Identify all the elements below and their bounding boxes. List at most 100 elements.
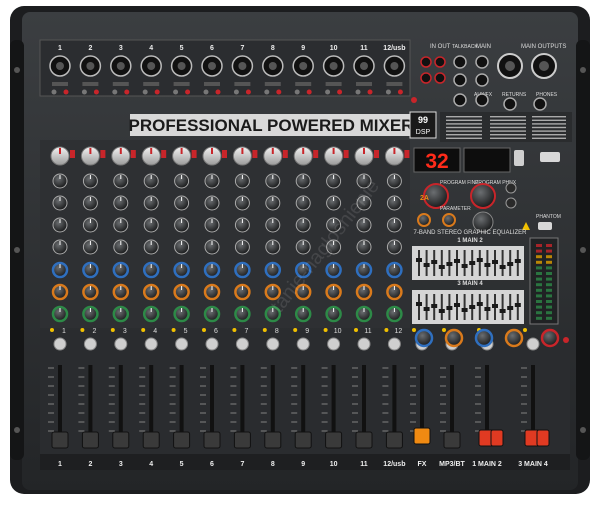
trs-jack-6[interactable] bbox=[475, 93, 489, 107]
level-meter bbox=[529, 237, 559, 325]
fader-4-cap[interactable] bbox=[142, 431, 160, 449]
fader-12-mute-button[interactable] bbox=[387, 337, 401, 351]
eq-top-slider-11[interactable] bbox=[499, 265, 506, 269]
fx-button-1[interactable] bbox=[505, 182, 517, 194]
trs-jack-2[interactable] bbox=[453, 73, 467, 87]
fader-12-cap[interactable] bbox=[385, 431, 403, 449]
eq-bottom-slider-0[interactable] bbox=[416, 302, 422, 306]
pad-switch-5[interactable] bbox=[173, 89, 179, 95]
fader-9-cap[interactable] bbox=[294, 431, 312, 449]
fader-16-cap-right[interactable] bbox=[536, 429, 550, 447]
pad-switch-4[interactable] bbox=[142, 89, 148, 95]
master-knob-5[interactable] bbox=[540, 328, 560, 348]
eq-bottom-slider-12[interactable] bbox=[507, 306, 514, 310]
pad-switch-12[interactable] bbox=[385, 89, 391, 95]
fader-4-mute-button[interactable] bbox=[144, 337, 158, 351]
trs-jack-3[interactable] bbox=[475, 55, 489, 69]
eq-top-slider-13[interactable] bbox=[514, 259, 521, 263]
phantom-switch[interactable] bbox=[538, 222, 552, 230]
fader-2-cap[interactable] bbox=[81, 431, 99, 449]
eq-bottom-slider-5[interactable] bbox=[454, 303, 460, 307]
eq-bottom-slider-11[interactable] bbox=[499, 309, 506, 313]
fader-9-mute-button[interactable] bbox=[296, 337, 310, 351]
meter-led-left-2 bbox=[536, 255, 542, 259]
volume-knob[interactable] bbox=[472, 211, 494, 233]
eq-top-slider-6[interactable] bbox=[461, 264, 468, 268]
eq-top-slider-12[interactable] bbox=[507, 262, 514, 266]
eq-top-slider-10[interactable] bbox=[492, 260, 498, 264]
rca-jack-1[interactable] bbox=[420, 56, 432, 68]
fader-8-cap[interactable] bbox=[264, 431, 282, 449]
fader-5-cap[interactable] bbox=[173, 431, 191, 449]
eq-top-slider-5[interactable] bbox=[454, 259, 460, 263]
trs-jack-4[interactable] bbox=[475, 73, 489, 87]
fx-param-knob-left[interactable] bbox=[417, 213, 431, 227]
fader-1-mute-button[interactable] bbox=[53, 337, 67, 351]
fader-2-mute-button[interactable] bbox=[83, 337, 97, 351]
pad-switch-3[interactable] bbox=[112, 89, 118, 95]
fader-5-mute-button[interactable] bbox=[175, 337, 189, 351]
fader-11-cap[interactable] bbox=[355, 431, 373, 449]
eq-bottom-slider-13[interactable] bbox=[514, 303, 521, 307]
rca-jack-4[interactable] bbox=[434, 72, 446, 84]
fx-param-knob-right[interactable] bbox=[442, 213, 456, 227]
pad-switch-7[interactable] bbox=[233, 89, 239, 95]
pad-switch-8[interactable] bbox=[264, 89, 270, 95]
fader-3-cap[interactable] bbox=[112, 431, 130, 449]
return-jack-2[interactable] bbox=[533, 97, 547, 111]
fader-7-mute-button[interactable] bbox=[235, 337, 249, 351]
fx-button-2[interactable] bbox=[505, 197, 517, 209]
fader-11-mute-button[interactable] bbox=[357, 337, 371, 351]
eq-top-slider-7[interactable] bbox=[469, 261, 476, 265]
eq-bottom-slider-8[interactable] bbox=[476, 302, 483, 306]
fader-6-cap[interactable] bbox=[203, 431, 221, 449]
trs-jack-1[interactable] bbox=[453, 55, 467, 69]
standby-button[interactable] bbox=[540, 152, 560, 162]
eq-bottom-slider-2[interactable] bbox=[431, 304, 438, 308]
eq-top-slider-9[interactable] bbox=[484, 263, 491, 267]
rca-jack-2[interactable] bbox=[420, 72, 432, 84]
master-knob-1[interactable] bbox=[414, 328, 434, 348]
pad-switch-6[interactable] bbox=[203, 89, 209, 95]
fader-14-cap[interactable] bbox=[443, 431, 461, 449]
eq-top-slider-0[interactable] bbox=[416, 258, 422, 262]
meter-led-left-7 bbox=[536, 283, 542, 287]
return-jack-1[interactable] bbox=[503, 97, 517, 111]
trs-jack-5[interactable] bbox=[453, 93, 467, 107]
master-knob-4[interactable] bbox=[504, 328, 524, 348]
fader-10-cap[interactable] bbox=[325, 431, 343, 449]
usb-port-icon[interactable] bbox=[514, 150, 524, 166]
eq-bottom-slider-4[interactable] bbox=[446, 306, 453, 310]
pad-switch-10[interactable] bbox=[325, 89, 331, 95]
program-knob-right[interactable] bbox=[470, 183, 496, 209]
eq-bottom-slider-9[interactable] bbox=[484, 307, 491, 311]
eq-top-slider-3[interactable] bbox=[438, 265, 445, 269]
eq-top-slider-1[interactable] bbox=[423, 263, 430, 267]
fader-15-cap-right[interactable] bbox=[490, 429, 504, 447]
eq-top-slider-8[interactable] bbox=[476, 258, 483, 262]
master-knob-2[interactable] bbox=[444, 328, 464, 348]
pad-switch-2[interactable] bbox=[81, 89, 87, 95]
pad-switch-1[interactable] bbox=[51, 89, 57, 95]
channel-number-top-11: 11 bbox=[360, 45, 368, 52]
fader-3-mute-button[interactable] bbox=[114, 337, 128, 351]
eq-bottom-slider-1[interactable] bbox=[423, 307, 430, 311]
eq-bottom-slider-3[interactable] bbox=[438, 309, 445, 313]
eq-top-slider-2[interactable] bbox=[431, 260, 438, 264]
fader-6-mute-button[interactable] bbox=[205, 337, 219, 351]
fader-10-mute-button[interactable] bbox=[327, 337, 341, 351]
eq-top-slider-4[interactable] bbox=[446, 262, 453, 266]
master-knob-3[interactable] bbox=[474, 328, 494, 348]
eq-bottom-slider-7[interactable] bbox=[469, 305, 476, 309]
pad-switch-11[interactable] bbox=[355, 89, 361, 95]
fader-7-cap[interactable] bbox=[233, 431, 251, 449]
fader-1-cap[interactable] bbox=[51, 431, 69, 449]
fader-8-mute-button[interactable] bbox=[266, 337, 280, 351]
fader-13-cap[interactable] bbox=[413, 427, 431, 445]
pad-switch-9[interactable] bbox=[294, 89, 300, 95]
rca-jack-3[interactable] bbox=[434, 56, 446, 68]
fader-16-mute-button[interactable] bbox=[526, 337, 540, 351]
fader-7-led bbox=[232, 328, 237, 332]
eq-bottom-slider-6[interactable] bbox=[461, 308, 468, 312]
eq-bottom-slider-10[interactable] bbox=[492, 304, 498, 308]
